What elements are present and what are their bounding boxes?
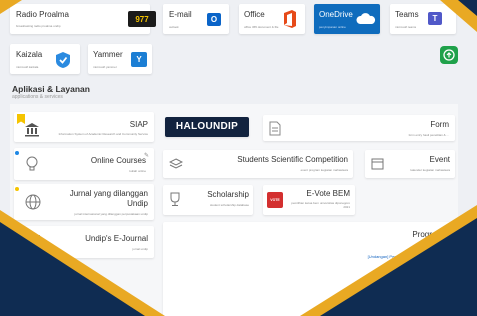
service-title: Students Scientific Competition xyxy=(237,155,348,164)
service-tile-jurnal[interactable]: Jurnal yang dilanggan Undip jurnal inter… xyxy=(14,184,154,220)
program-line[interactable]: [Undangan] Pemilihan Raya BEM Univer... xyxy=(293,254,443,259)
app-tile-subtitle: penyimpanan online xyxy=(319,25,346,29)
service-tile-evote-bem[interactable]: VOTE E-Vote BEM pemilihan ketua bem univ… xyxy=(263,185,355,215)
status-dot xyxy=(15,187,19,191)
kaizala-icon xyxy=(54,51,72,69)
app-tile-subtitle: office 365 document & file xyxy=(244,25,279,29)
service-title: Scholarship xyxy=(207,190,249,199)
service-subtitle: event program kegiatan mahasiswa xyxy=(300,168,348,172)
app-tile-subtitle: microsoft teams xyxy=(395,25,417,29)
office-icon xyxy=(282,10,297,28)
app-tile-teams[interactable]: Teams microsoft teams T xyxy=(390,4,456,34)
trophy-icon xyxy=(168,192,182,207)
calendar-icon xyxy=(371,157,384,170)
lightbulb-icon xyxy=(25,156,39,172)
service-tile-online-courses[interactable]: Online Courses kuliah online ✎ xyxy=(14,148,154,180)
onedrive-cloud-icon xyxy=(356,13,376,25)
app-tile-title: Teams xyxy=(395,10,419,19)
app-tile-subtitle: microsoft yammer xyxy=(93,65,117,69)
app-tile-radio-proalma[interactable]: Radio Proalma broadcasting radio proalma… xyxy=(10,4,156,34)
app-tile-subtitle: microsoft kaizala xyxy=(16,65,39,69)
haloundip-logo: HALOUNDIP xyxy=(175,121,239,132)
service-subtitle: kuliah online xyxy=(129,169,146,173)
vote-badge-icon: VOTE xyxy=(267,192,283,208)
app-tile-title: Office xyxy=(244,10,265,19)
service-subtitle: pemilihan ketua bem universitas diponego… xyxy=(291,201,350,209)
service-tile-form[interactable]: Form form entry hasil penelitian & ... xyxy=(263,115,455,141)
service-subtitle: jurnal internasional yang dilanggan perp… xyxy=(74,212,148,216)
program-line[interactable]: [Penerangan] Pemilihan Raya BEM Univ... xyxy=(293,282,443,287)
app-tile-title: Radio Proalma xyxy=(16,10,69,19)
app-tile-yammer[interactable]: Yammer microsoft yammer Y xyxy=(88,44,152,74)
service-subtitle: student scholarship database xyxy=(209,203,249,207)
service-title: E-Vote BEM xyxy=(306,189,350,198)
teams-icon: T xyxy=(428,12,442,25)
service-subtitle: jurnal undip xyxy=(132,247,148,251)
service-tile-students-scientific-competition[interactable]: Students Scientific Competition event pr… xyxy=(163,150,353,178)
layers-icon xyxy=(169,157,183,171)
service-tile-program[interactable]: Program [Undangan] Pemilihan Raya BEM Un… xyxy=(163,222,455,316)
service-subtitle: form entry hasil penelitian & ... xyxy=(408,133,449,137)
status-dot xyxy=(15,151,19,155)
globe-icon xyxy=(25,194,41,210)
cloud-upload-icon xyxy=(443,49,455,61)
service-title: SIAP xyxy=(129,120,148,129)
radio-logo-icon: 977 xyxy=(128,11,156,27)
document-icon xyxy=(269,121,281,136)
section-title: Aplikasi & Layanan xyxy=(12,84,90,94)
edit-pencil-icon: ✎ xyxy=(143,153,149,159)
service-subtitle: Information System of Academic Research … xyxy=(58,132,148,136)
program-line: pemilihan ketua dan wakil ketua xyxy=(393,262,443,266)
app-tile-subtitle: broadcasting radio proalma undip xyxy=(16,24,61,28)
yammer-icon: Y xyxy=(131,52,147,67)
app-tile-email[interactable]: E-mail outlook O xyxy=(163,4,229,34)
program-line[interactable]: [Dokumen] Pemilihan Raya BEM xyxy=(293,272,443,277)
app-tile-title: Kaizala xyxy=(16,50,43,59)
service-tile-haloundip[interactable]: HALOUNDIP xyxy=(165,117,249,137)
service-tile-siap[interactable]: SIAP Information System of Academic Rese… xyxy=(14,112,154,142)
app-tile-title: Yammer xyxy=(93,50,123,59)
floating-action-button[interactable] xyxy=(440,46,458,64)
outlook-icon: O xyxy=(207,13,221,26)
service-tile-event[interactable]: Event kalender kegiatan mahasiswa xyxy=(365,150,455,178)
service-title: Online Courses xyxy=(90,156,146,165)
service-subtitle: kalender kegiatan mahasiswa xyxy=(410,168,450,172)
app-tile-title: E-mail xyxy=(169,10,192,19)
service-title: Jurnal yang dilanggan Undip xyxy=(69,189,148,208)
section-subtitle: applications & services xyxy=(12,94,63,100)
app-tile-subtitle: outlook xyxy=(169,25,179,29)
service-tile-scholarship[interactable]: Scholarship student scholarship database xyxy=(163,185,253,215)
app-tile-onedrive[interactable]: OneDrive penyimpanan online xyxy=(314,4,380,34)
service-title: Event xyxy=(429,155,450,164)
service-tile-ejournal[interactable]: Undip's E-Journal jurnal undip xyxy=(14,226,154,258)
institution-icon xyxy=(24,122,40,137)
book-icon xyxy=(28,235,40,248)
app-tile-kaizala[interactable]: Kaizala microsoft kaizala xyxy=(10,44,80,74)
service-title: Undip's E-Journal xyxy=(85,234,148,243)
service-title: Program xyxy=(412,230,443,239)
service-title: Form xyxy=(430,120,449,129)
app-tile-office[interactable]: Office office 365 document & file xyxy=(239,4,305,34)
